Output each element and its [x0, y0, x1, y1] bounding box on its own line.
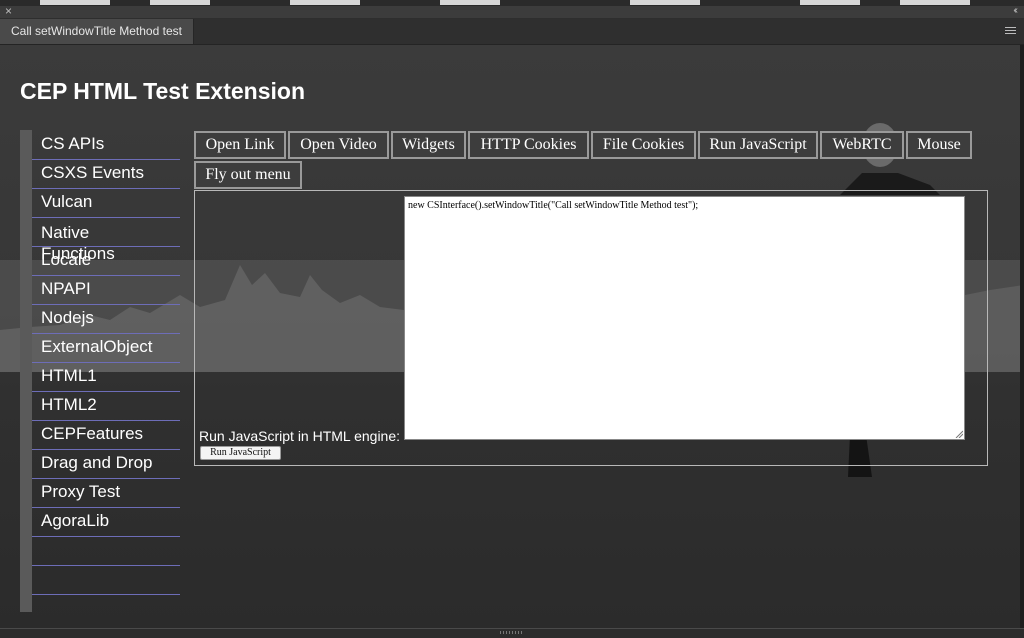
- tab-run-javascript[interactable]: Run JavaScript: [698, 131, 818, 159]
- sidebar-item-label: Locale: [41, 250, 92, 269]
- sidebar-item-label: AgoraLib: [41, 511, 110, 530]
- javascript-code-text: new CSInterface().setWindowTitle("Call s…: [408, 200, 699, 211]
- sidebar-item-label: Drag and Drop: [41, 453, 153, 472]
- collapse-icon[interactable]: ‹‹: [1013, 4, 1017, 18]
- tab-open-video[interactable]: Open Video: [288, 131, 389, 159]
- host-thumbnail: [900, 0, 970, 5]
- sidebar-item-html2[interactable]: HTML2: [32, 391, 180, 421]
- run-javascript-label: Run JavaScript in HTML engine:: [199, 428, 401, 444]
- sidebar-item-label: Vulcan: [41, 192, 93, 211]
- sidebar-scroll-track: [20, 130, 32, 612]
- sidebar-item-label: CS APIs: [41, 134, 105, 153]
- sidebar-item-native-functions[interactable]: Native Functions: [32, 217, 180, 263]
- sidebar-item-npapi[interactable]: NPAPI: [32, 275, 180, 305]
- sidebar-item-html1[interactable]: HTML1: [32, 362, 180, 392]
- sidebar-item-label: HTML2: [41, 395, 97, 414]
- sidebar-item-nodejs[interactable]: Nodejs: [32, 304, 180, 334]
- panel-tab[interactable]: Call setWindowTitle Method test: [0, 19, 194, 44]
- javascript-code-textarea[interactable]: new CSInterface().setWindowTitle("Call s…: [404, 196, 965, 440]
- sidebar-item-label: CEPFeatures: [41, 424, 144, 443]
- sidebar-item-externalobject[interactable]: ExternalObject: [32, 333, 180, 363]
- sidebar-item-label: ExternalObject: [41, 337, 153, 356]
- sidebar-item-label: CSXS Events: [41, 163, 144, 182]
- close-icon[interactable]: ×: [5, 3, 12, 19]
- host-thumbnail: [630, 0, 700, 5]
- panel-tab-bar: Call setWindowTitle Method test: [0, 19, 1024, 45]
- sidebar-item-csxs-events[interactable]: CSXS Events: [32, 159, 180, 189]
- tab-webrtc[interactable]: WebRTC: [820, 131, 904, 159]
- extension-title: CEP HTML Test Extension: [20, 78, 305, 104]
- run-javascript-button[interactable]: Run JavaScript: [200, 446, 281, 460]
- hamburger-menu-icon[interactable]: [1005, 27, 1016, 36]
- host-thumbnail: [290, 0, 360, 5]
- panel-header: × ‹‹: [0, 3, 1024, 19]
- tab-mouse[interactable]: Mouse: [906, 131, 972, 159]
- host-thumbnail: [440, 0, 500, 5]
- tab-file-cookies[interactable]: File Cookies: [591, 131, 696, 159]
- tab-widgets[interactable]: Widgets: [391, 131, 466, 159]
- sidebar-item-agoralib[interactable]: AgoraLib: [32, 507, 180, 537]
- resize-grip-icon[interactable]: [500, 631, 522, 634]
- host-thumbnail: [150, 0, 210, 5]
- sidebar-item-empty: [32, 536, 180, 566]
- sidebar-item-label: HTML1: [41, 366, 97, 385]
- tab-http-cookies[interactable]: HTTP Cookies: [468, 131, 589, 159]
- sidebar-item-vulcan[interactable]: Vulcan: [32, 188, 180, 218]
- sidebar-item-cs-apis[interactable]: CS APIs: [32, 130, 180, 160]
- sidebar-item-proxy-test[interactable]: Proxy Test: [32, 478, 180, 508]
- sidebar-item-drag-and-drop[interactable]: Drag and Drop: [32, 449, 180, 479]
- right-edge-strip: [1020, 45, 1024, 628]
- host-thumbnail: [40, 0, 110, 5]
- sidebar-item-locale[interactable]: Locale: [32, 246, 180, 276]
- sidebar-item-label: NPAPI: [41, 279, 91, 298]
- tab-fly-out-menu[interactable]: Fly out menu: [194, 161, 302, 189]
- resize-handle-icon[interactable]: [955, 430, 963, 438]
- tab-open-link[interactable]: Open Link: [194, 131, 286, 159]
- sidebar-item-label: Proxy Test: [41, 482, 121, 501]
- sidebar-item-label: Nodejs: [41, 308, 94, 327]
- host-thumbnail: [800, 0, 860, 5]
- sidebar-item-empty: [32, 565, 180, 595]
- sidebar-item-cepfeatures[interactable]: CEPFeatures: [32, 420, 180, 450]
